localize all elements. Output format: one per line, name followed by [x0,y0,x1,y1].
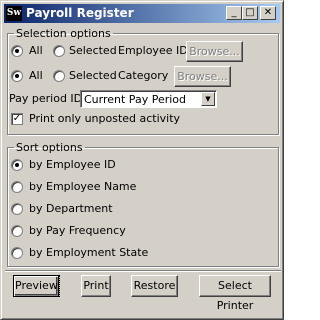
print-button[interactable]: Print [81,275,111,297]
category-all-label: All [29,69,43,82]
employee-selected-radio[interactable] [53,45,65,57]
unposted-label: Print only unposted activity [29,112,181,125]
sort-pay-frequency-radio[interactable] [11,225,23,237]
restore-button[interactable]: Restore [131,275,178,297]
employee-all-label: All [29,44,43,57]
close-button[interactable]: ✕ [260,6,276,20]
category-all-radio[interactable] [11,70,23,82]
title-bar[interactable]: Sw Payroll Register _ □ ✕ [4,4,280,23]
sort-options-legend: Sort options [16,141,83,154]
sort-pay-frequency-label: by Pay Frequency [29,224,126,237]
sort-employment-state-radio[interactable] [11,247,23,259]
sort-employment-state-label: by Employment State [29,246,149,259]
selection-options-legend: Selection options [16,27,111,40]
divider [5,270,281,272]
sort-employee-id-label: by Employee ID [29,158,116,171]
sort-employee-name-radio[interactable] [11,181,23,193]
pay-period-select[interactable]: Current Pay Period ▼ [80,90,217,108]
chevron-down-icon[interactable]: ▼ [201,92,215,106]
category-label: Category [118,69,169,82]
maximize-button[interactable]: □ [242,6,258,20]
employee-browse-button[interactable]: Browse... [186,41,243,62]
category-browse-button[interactable]: Browse... [174,66,231,87]
app-icon: Sw [6,6,22,21]
preview-button-label: Preview [13,275,60,297]
employee-all-radio[interactable] [11,45,23,57]
employee-id-label: Employee ID [118,44,188,57]
employee-selected-label: Selected [69,44,117,57]
sort-employee-name-label: by Employee Name [29,180,137,193]
minimize-button[interactable]: _ [226,6,242,20]
sort-employee-id-radio[interactable] [11,159,23,171]
window-title: Payroll Register [26,6,134,20]
sort-department-label: by Department [29,202,113,215]
sort-department-radio[interactable] [11,203,23,215]
category-selected-radio[interactable] [53,70,65,82]
unposted-checkbox[interactable]: ✓ [11,113,23,125]
select-printer-button[interactable]: Select Printer [199,275,271,312]
payroll-register-dialog: Sw Payroll Register _ □ ✕ Selection opti… [0,0,284,320]
preview-button[interactable]: Preview [13,275,60,297]
pay-period-value: Current Pay Period [84,93,186,106]
pay-period-label: Pay period ID [9,92,83,105]
category-selected-label: Selected [69,69,117,82]
